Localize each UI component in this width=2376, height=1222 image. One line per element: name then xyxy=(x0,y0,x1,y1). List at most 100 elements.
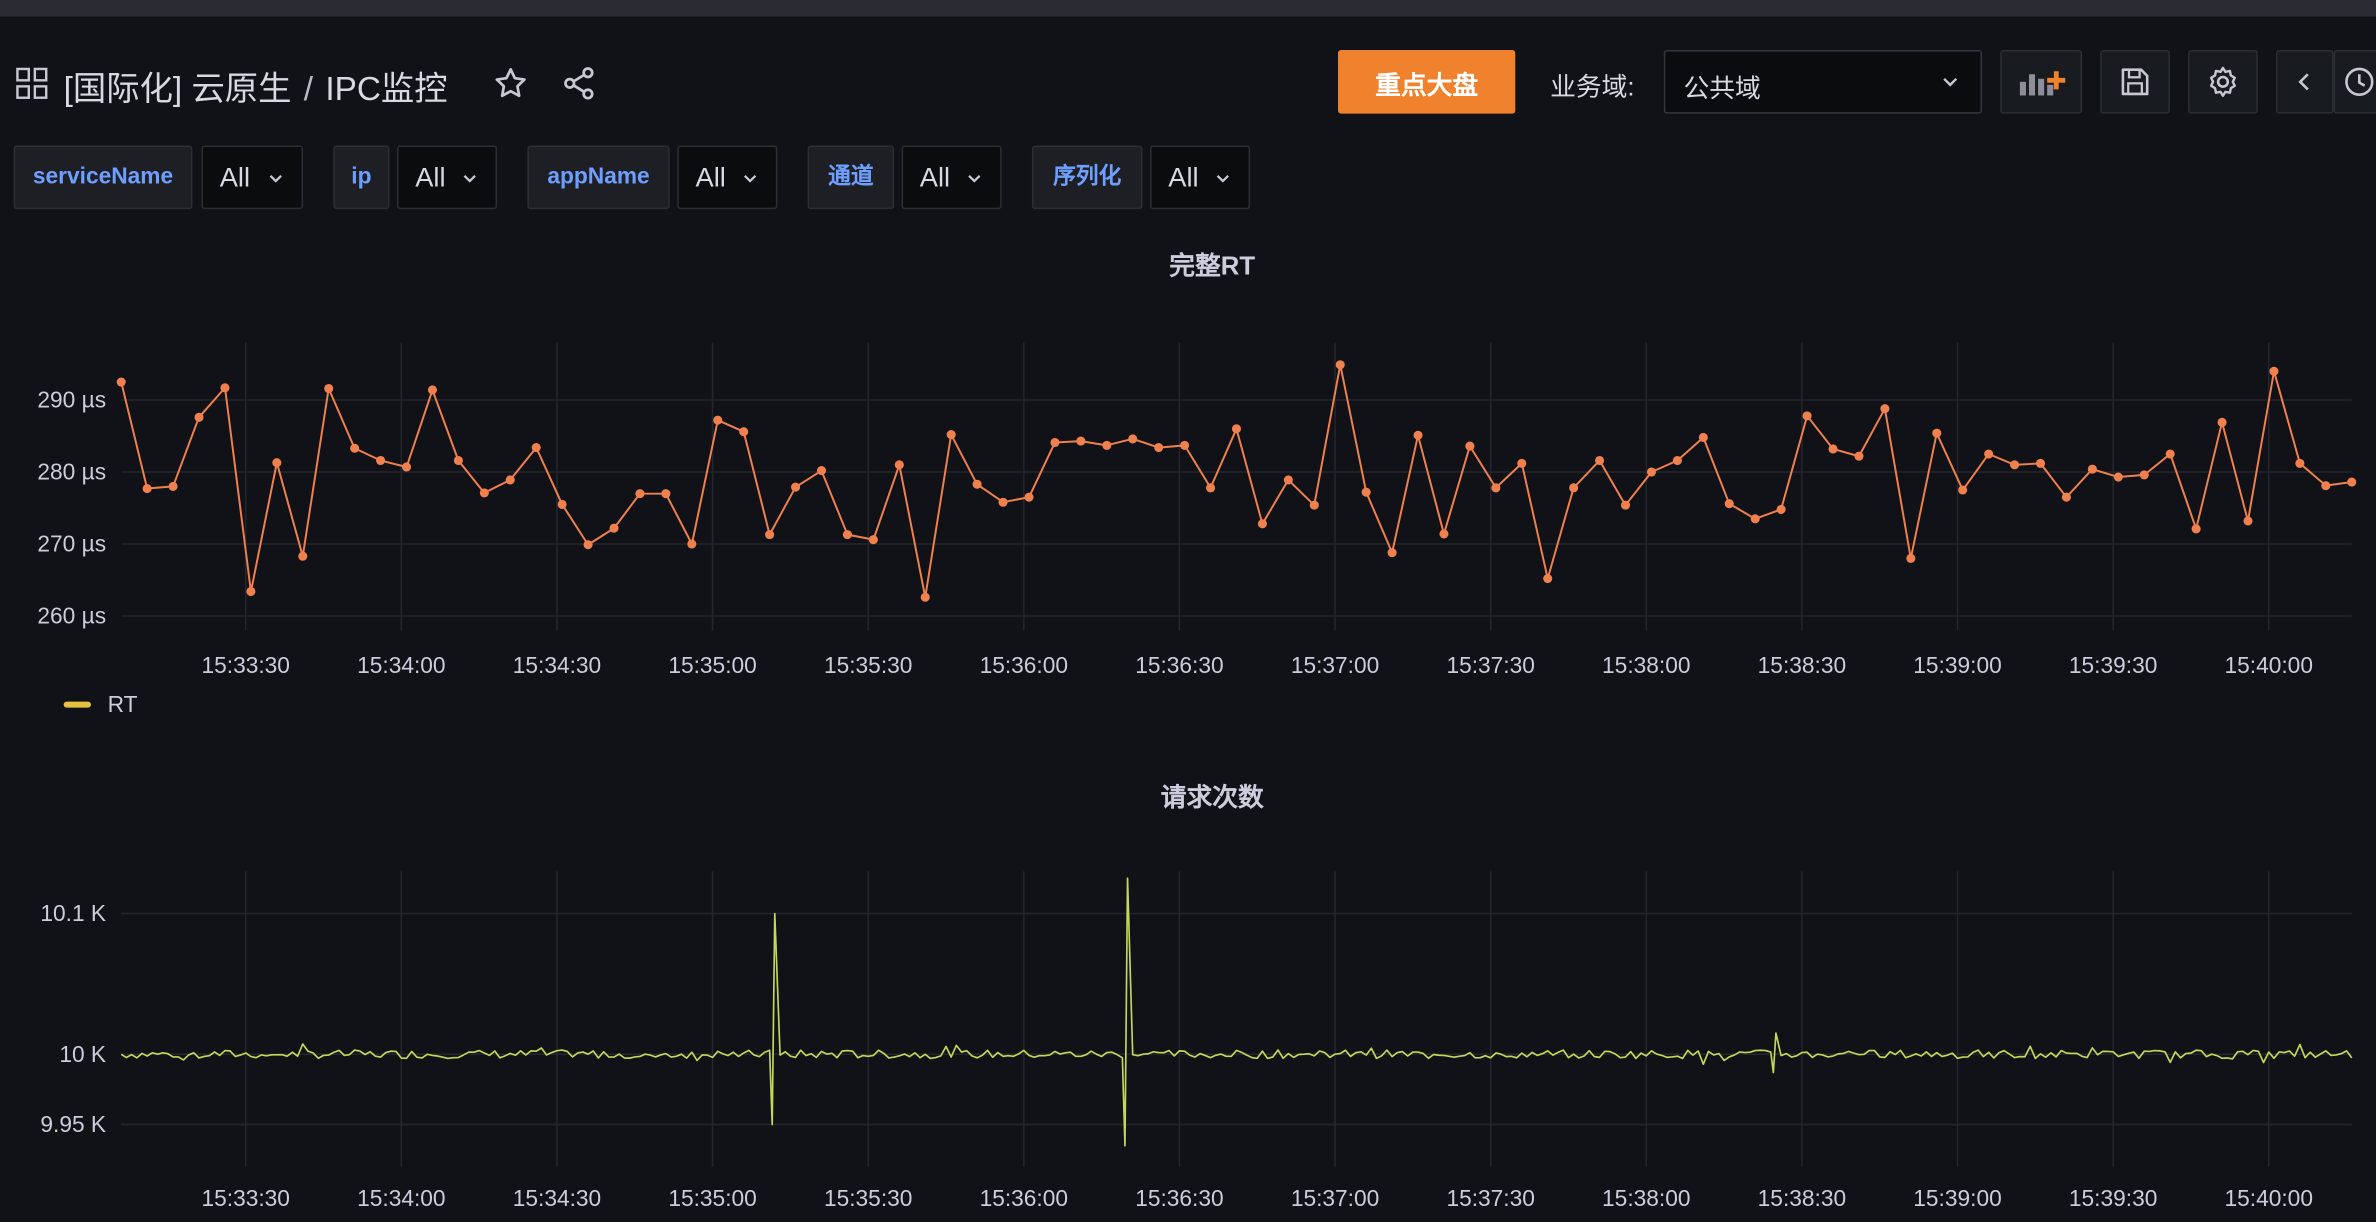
data-point-rt[interactable] xyxy=(1906,553,1916,563)
data-point-rt[interactable] xyxy=(2347,477,2357,487)
data-point-rt[interactable] xyxy=(1698,432,1708,443)
data-point-rt[interactable] xyxy=(1024,492,1034,502)
data-point-rt[interactable] xyxy=(1387,548,1397,558)
data-point-rt[interactable] xyxy=(350,443,360,453)
data-point-rt[interactable] xyxy=(2321,481,2331,491)
panel-title-requests[interactable]: 请求次数 xyxy=(0,776,2376,814)
data-point-rt[interactable] xyxy=(298,551,308,561)
data-point-rt[interactable] xyxy=(609,523,619,533)
dashboard-settings-button[interactable] xyxy=(2188,50,2258,114)
data-point-rt[interactable] xyxy=(1050,437,1060,448)
data-point-rt[interactable] xyxy=(2269,366,2279,376)
data-point-rt[interactable] xyxy=(427,385,438,395)
data-point-rt[interactable] xyxy=(1854,451,1864,461)
business-domain-select[interactable]: 公共域 xyxy=(1663,50,1983,114)
data-point-rt[interactable] xyxy=(583,540,593,550)
breadcrumb-folder[interactable]: [国际化] 云原生 xyxy=(64,70,292,108)
variable-select-appname[interactable]: All xyxy=(677,145,778,210)
data-point-rt[interactable] xyxy=(998,497,1008,507)
data-point-rt[interactable] xyxy=(1984,449,1994,459)
data-point-rt[interactable] xyxy=(2061,492,2071,502)
data-point-rt[interactable] xyxy=(1672,455,1682,466)
data-point-rt[interactable] xyxy=(791,482,801,492)
data-point-rt[interactable] xyxy=(1958,485,1968,495)
share-icon[interactable] xyxy=(561,65,597,101)
data-point-rt[interactable] xyxy=(1231,424,1242,434)
data-point-rt[interactable] xyxy=(1880,404,1890,414)
data-point-rt[interactable] xyxy=(946,430,956,440)
data-point-rt[interactable] xyxy=(1569,483,1579,493)
data-point-rt[interactable] xyxy=(1620,500,1631,510)
data-point-rt[interactable] xyxy=(2035,458,2046,468)
data-point-rt[interactable] xyxy=(2113,472,2123,482)
data-point-rt[interactable] xyxy=(2217,417,2227,427)
data-point-rt[interactable] xyxy=(920,592,930,602)
variable-select-serialization[interactable]: All xyxy=(1150,145,1251,210)
variable-select-channel[interactable]: All xyxy=(901,145,1002,210)
data-point-rt[interactable] xyxy=(376,455,386,466)
data-point-rt[interactable] xyxy=(479,488,489,498)
key-dashboard-button[interactable]: 重点大盘 xyxy=(1338,50,1516,114)
data-point-rt[interactable] xyxy=(765,530,775,540)
data-point-rt[interactable] xyxy=(1335,360,1345,370)
data-point-rt[interactable] xyxy=(661,489,671,499)
data-point-rt[interactable] xyxy=(1776,504,1786,514)
requests-chart[interactable]: 15:33:30 15:34:00 15:34:30 15:35:00 15:35:30… xyxy=(0,849,2376,1222)
series-line-requests[interactable] xyxy=(120,877,2353,1147)
data-point-rt[interactable] xyxy=(324,383,334,394)
data-point-rt[interactable] xyxy=(1439,529,1449,539)
data-point-rt[interactable] xyxy=(1465,441,1475,451)
star-icon[interactable] xyxy=(492,65,528,101)
data-point-rt[interactable] xyxy=(2295,458,2305,468)
data-point-rt[interactable] xyxy=(1309,500,1319,510)
apps-icon[interactable] xyxy=(15,67,48,100)
data-point-rt[interactable] xyxy=(739,427,749,437)
data-point-rt[interactable] xyxy=(2243,516,2253,526)
data-point-rt[interactable] xyxy=(972,479,982,489)
data-point-rt[interactable] xyxy=(1413,430,1423,440)
data-point-rt[interactable] xyxy=(635,489,645,499)
variable-select-servicename[interactable]: All xyxy=(201,145,304,210)
data-point-rt[interactable] xyxy=(1543,573,1553,584)
data-point-rt[interactable] xyxy=(1517,458,1527,468)
data-point-rt[interactable] xyxy=(557,499,567,509)
add-panel-button[interactable] xyxy=(2000,50,2083,114)
data-point-rt[interactable] xyxy=(2087,464,2097,474)
time-range-back-button[interactable] xyxy=(2275,50,2334,114)
data-point-rt[interactable] xyxy=(1361,487,1371,497)
data-point-rt[interactable] xyxy=(1206,483,1216,493)
data-point-rt[interactable] xyxy=(168,481,178,491)
data-point-rt[interactable] xyxy=(1724,499,1734,509)
data-point-rt[interactable] xyxy=(2010,460,2020,470)
data-point-rt[interactable] xyxy=(1646,467,1657,477)
data-point-rt[interactable] xyxy=(1828,444,1838,454)
data-point-rt[interactable] xyxy=(1750,514,1760,524)
variable-select-ip[interactable]: All xyxy=(397,145,498,210)
data-point-rt[interactable] xyxy=(1076,436,1086,446)
data-point-rt[interactable] xyxy=(1128,434,1138,444)
data-point-rt[interactable] xyxy=(1102,440,1112,450)
breadcrumb-dashboard-title[interactable]: IPC监控 xyxy=(325,70,447,108)
data-point-rt[interactable] xyxy=(194,412,204,422)
data-point-rt[interactable] xyxy=(272,458,282,468)
data-point-rt[interactable] xyxy=(401,462,412,472)
data-point-rt[interactable] xyxy=(816,466,827,476)
data-point-rt[interactable] xyxy=(1491,483,1501,493)
rt-chart[interactable]: 15:33:30 15:34:00 15:34:30 15:35:00 15:35:30… xyxy=(0,303,2376,697)
data-point-rt[interactable] xyxy=(1595,455,1605,466)
data-point-rt[interactable] xyxy=(687,539,697,549)
data-point-rt[interactable] xyxy=(453,455,463,466)
save-dashboard-button[interactable] xyxy=(2100,50,2170,114)
data-point-rt[interactable] xyxy=(1283,475,1293,485)
data-point-rt[interactable] xyxy=(246,586,256,597)
data-point-rt[interactable] xyxy=(220,383,230,393)
legend-label-rt[interactable]: RT xyxy=(108,692,138,718)
data-point-rt[interactable] xyxy=(1802,411,1812,421)
data-point-rt[interactable] xyxy=(531,442,541,453)
data-point-rt[interactable] xyxy=(1932,428,1942,438)
data-point-rt[interactable] xyxy=(505,475,515,485)
data-point-rt[interactable] xyxy=(2165,449,2175,459)
data-point-rt[interactable] xyxy=(868,535,878,545)
data-point-rt[interactable] xyxy=(842,530,852,540)
data-point-rt[interactable] xyxy=(713,415,723,425)
